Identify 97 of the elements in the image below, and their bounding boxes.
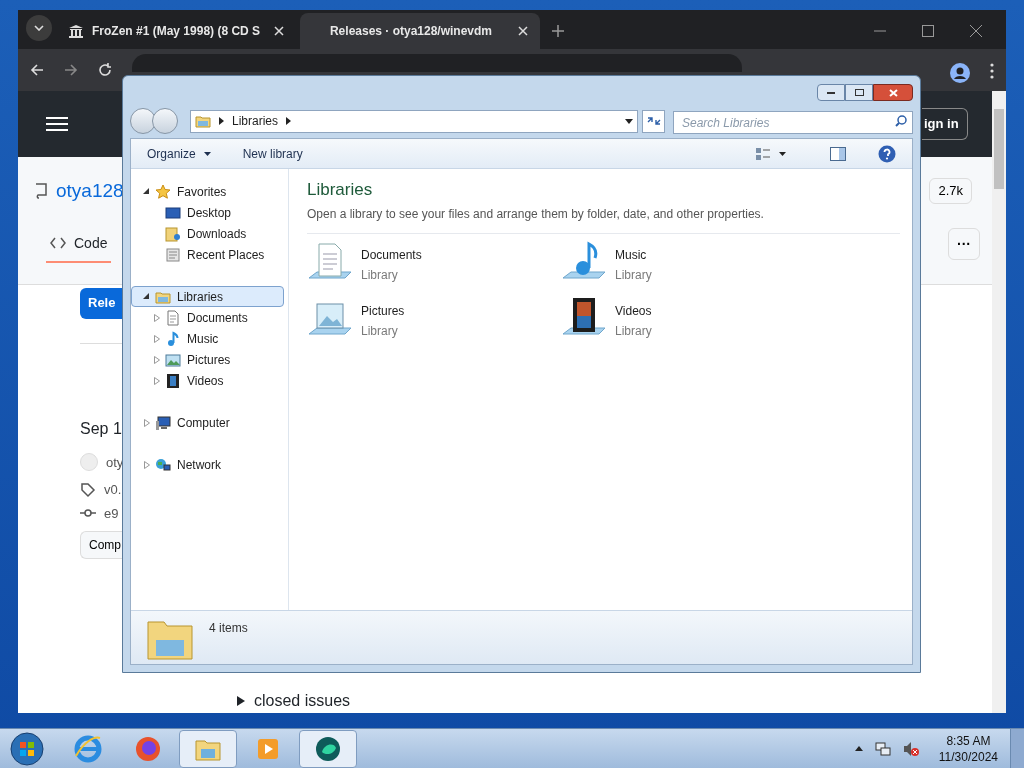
network-icon[interactable] [874, 740, 891, 757]
library-item[interactable]: Documents Library [307, 239, 561, 286]
expand-arrow-icon[interactable] [153, 355, 160, 364]
nav-item[interactable]: Documents [131, 307, 284, 328]
recent-icon [165, 246, 181, 263]
nav-item[interactable]: Desktop [131, 202, 284, 223]
nav-item[interactable]: Downloads [131, 223, 284, 244]
avatar [80, 453, 98, 472]
view-options-button[interactable] [755, 146, 786, 161]
nav-item[interactable]: Libraries [131, 286, 284, 307]
menu-icon[interactable] [46, 115, 68, 132]
commit-hash: e9 [104, 504, 119, 523]
compare-button[interactable]: Comp [80, 531, 122, 559]
minimize-button[interactable] [817, 84, 845, 101]
preview-pane-icon[interactable] [830, 146, 846, 161]
back-arrow-icon[interactable] [30, 62, 44, 77]
browser-tab[interactable]: FroZen #1 (May 1998) (8 CD S [56, 12, 296, 49]
help-icon[interactable] [878, 144, 896, 163]
item-count: 4 items [209, 619, 248, 637]
view-list-icon [755, 146, 771, 161]
menu-icon[interactable] [990, 62, 994, 79]
repository-icon [34, 182, 48, 199]
repository-name[interactable]: otya128 [56, 176, 124, 205]
close-icon [888, 88, 898, 97]
folder-icon [165, 225, 181, 242]
new-tab-icon[interactable] [552, 24, 564, 37]
tab-title: FroZen #1 (May 1998) (8 CD S [92, 22, 262, 40]
library-folder-icon [195, 113, 211, 129]
start-button[interactable] [9, 730, 45, 767]
more-button[interactable]: ··· [948, 228, 980, 260]
reload-icon[interactable] [98, 62, 112, 77]
new-library-button[interactable]: New library [242, 144, 303, 163]
library-item[interactable]: Videos Library [561, 295, 815, 342]
browser-tab[interactable]: Releases · otya128/winevdm [300, 12, 540, 49]
library-item[interactable]: Music Library [561, 239, 815, 286]
maximize-button[interactable] [845, 84, 873, 101]
music-note-icon [165, 330, 181, 347]
close-icon[interactable] [970, 24, 982, 37]
browser-e-icon [73, 733, 103, 764]
picture-icon [165, 351, 181, 368]
taskbar-button[interactable] [299, 729, 357, 768]
breadcrumb-arrow-icon [286, 117, 292, 125]
code-tab[interactable]: Code [46, 225, 112, 263]
chevron-down-icon [34, 24, 44, 31]
collapse-arrow-icon[interactable] [143, 293, 150, 300]
nav-item[interactable]: Network [131, 454, 284, 475]
nav-item[interactable]: Music [131, 328, 284, 349]
organize-menu[interactable]: Organize [147, 144, 211, 163]
forward-arrow-icon[interactable] [64, 62, 78, 77]
nav-item[interactable]: Favorites [131, 181, 284, 202]
expand-arrow-icon[interactable] [153, 313, 160, 322]
muted-speaker-icon[interactable] [902, 740, 919, 757]
refresh-icon [646, 116, 661, 126]
nav-item[interactable]: Recent Places [131, 244, 284, 265]
film-icon [165, 372, 181, 389]
collapse-arrow-icon[interactable] [143, 188, 150, 195]
star-icon [155, 183, 171, 200]
tab-title: Releases · otya128/winevdm [328, 22, 494, 40]
release-date: Sep 1 [80, 418, 122, 439]
tray-arrow-icon[interactable] [854, 746, 863, 751]
author-name: oty [106, 453, 124, 472]
disclosure-triangle-icon[interactable] [236, 696, 246, 706]
expand-arrow-icon[interactable] [153, 376, 160, 385]
computer-icon [155, 414, 171, 431]
refresh-button[interactable] [642, 109, 665, 133]
library-item[interactable]: Pictures Library [307, 295, 561, 342]
commit-icon [80, 508, 96, 519]
address-bar[interactable]: Libraries [190, 109, 638, 133]
tab-list-button[interactable] [26, 14, 52, 41]
search-icon [895, 114, 907, 127]
tag-icon [80, 481, 96, 498]
tag-name: v0. [104, 481, 122, 499]
clock[interactable]: 8:35 AM 11/30/2024 [938, 732, 998, 765]
profile-icon[interactable] [950, 62, 970, 83]
museum-icon [68, 23, 84, 38]
code-icon [50, 237, 66, 249]
releases-button[interactable]: Rele [80, 287, 122, 319]
expand-arrow-icon[interactable] [143, 460, 150, 469]
desktop-icon [165, 204, 181, 221]
closed-issues-summary[interactable]: closed issues [254, 689, 351, 713]
nav-item[interactable]: Computer [131, 412, 284, 433]
maximize-icon[interactable] [922, 24, 934, 37]
library-heading: Libraries [307, 179, 374, 201]
nav-item[interactable]: Pictures [131, 349, 284, 370]
breadcrumb-arrow-icon [219, 117, 224, 125]
expand-arrow-icon[interactable] [153, 334, 160, 343]
scrollbar[interactable] [992, 90, 1006, 713]
dropdown-arrow-icon[interactable] [625, 118, 633, 124]
expand-arrow-icon[interactable] [143, 418, 150, 427]
star-count-button[interactable]: 2.7k [929, 177, 972, 204]
library-description: Open a library to see your files and arrange them by folder, date, and other properties. [307, 204, 900, 234]
sign-in-button[interactable]: ign in [922, 107, 968, 140]
document-icon [165, 309, 181, 326]
search-field[interactable]: Search Libraries [673, 111, 913, 134]
network-icon [155, 456, 171, 473]
close-button[interactable] [873, 84, 913, 101]
nav-item[interactable]: Videos [131, 370, 284, 391]
